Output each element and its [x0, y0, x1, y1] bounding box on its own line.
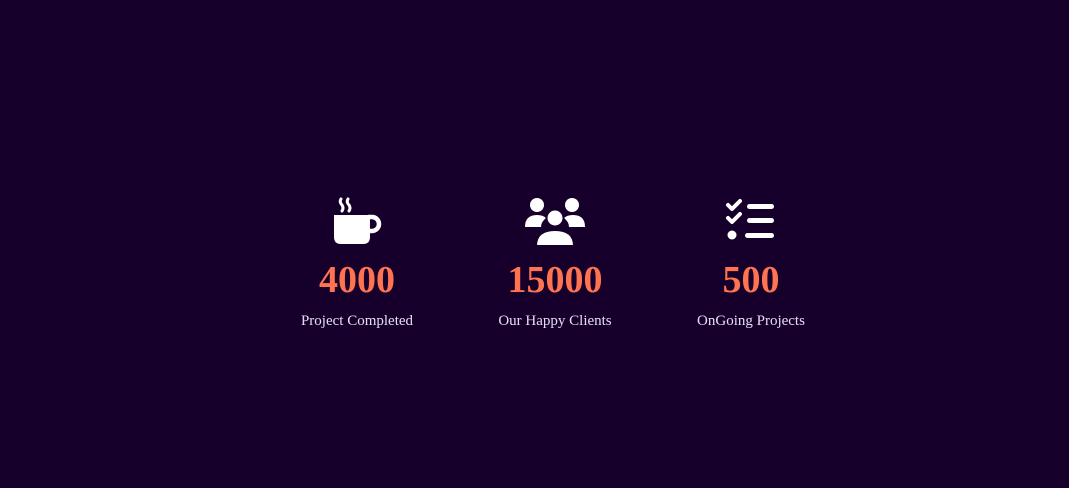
stat-ongoing-projects: 500 OnGoing Projects	[661, 196, 841, 330]
stat-projects-completed: 4000 Project Completed	[267, 196, 447, 330]
stat-value: 4000	[319, 259, 395, 301]
users-group-icon	[465, 196, 645, 248]
checklist-icon	[661, 196, 841, 248]
stat-happy-clients: 15000 Our Happy Clients	[465, 196, 645, 330]
stat-label: Our Happy Clients	[498, 313, 612, 329]
coffee-cup-icon	[267, 196, 447, 248]
stat-value: 500	[722, 259, 780, 301]
stat-label: OnGoing Projects	[697, 313, 805, 329]
stat-value: 15000	[507, 259, 603, 301]
stat-label: Project Completed	[300, 313, 414, 329]
